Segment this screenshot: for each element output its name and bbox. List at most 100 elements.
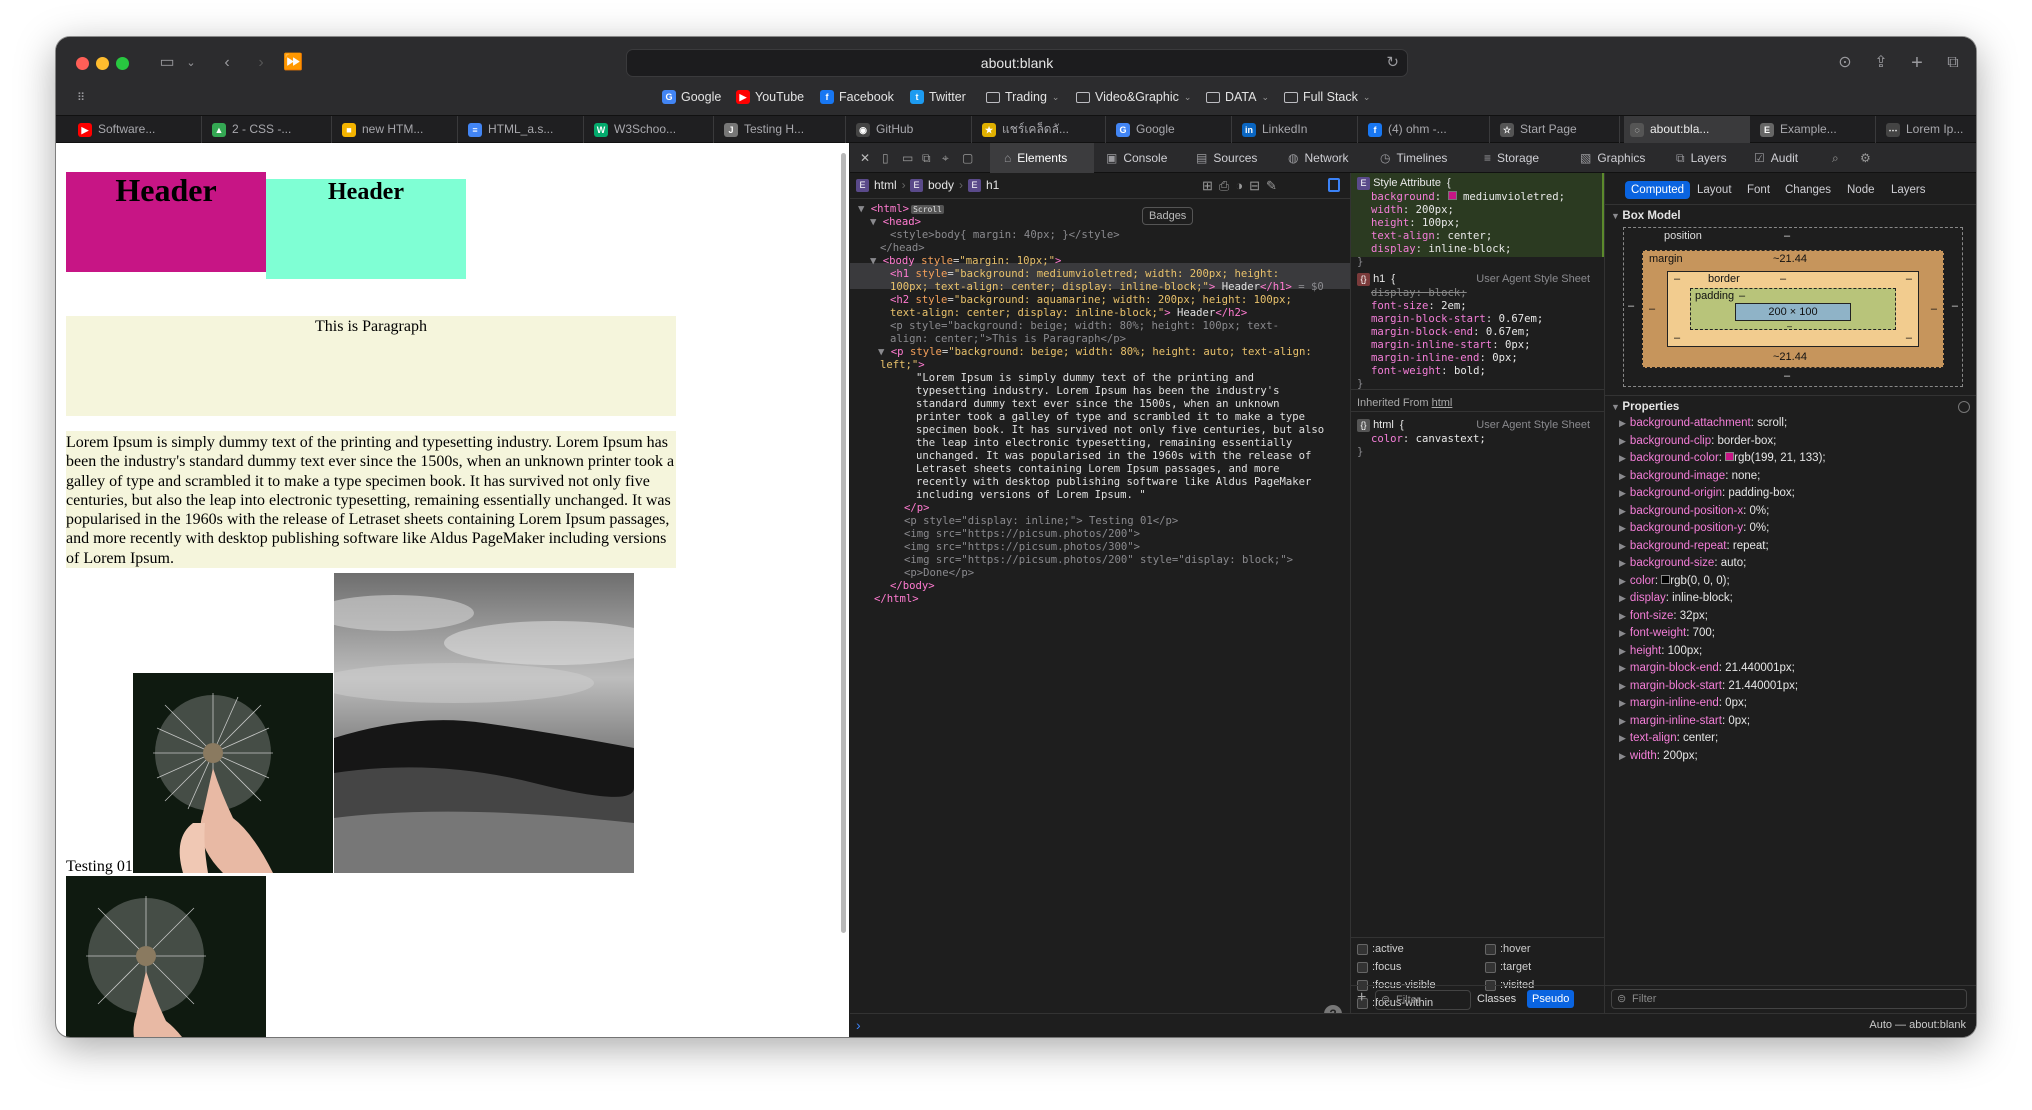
pseudo-active-checkbox[interactable]: :active [1357, 943, 1404, 956]
box-model-content[interactable]: 200 × 100 [1735, 303, 1851, 321]
tab-css[interactable]: ▲ 2 - CSS -... [206, 116, 332, 143]
dom-tree[interactable]: ▼ <html> Scroll ▼ <head> <style>body{ mar… [850, 199, 1350, 989]
download-icon[interactable]: ⊙ [1830, 50, 1860, 76]
css-prop-value[interactable]: inline-block; [1428, 243, 1511, 255]
new-tab-icon[interactable]: + [1902, 50, 1932, 76]
tab-elements[interactable]: ⌂ Elements [990, 143, 1094, 173]
css-prop-value[interactable]: 100px; [1422, 217, 1460, 229]
computed-prop[interactable]: ▶ background-position-y: 0%; [1619, 522, 1769, 534]
computed-prop[interactable]: ▶ background-size: auto; [1619, 557, 1746, 569]
crumb-html[interactable]: Ehtml › [856, 178, 906, 192]
tab-w3schools[interactable]: W W3Schoo... [588, 116, 714, 143]
dock-left-icon[interactable]: ▯ [882, 143, 889, 173]
tab-linkedin[interactable]: in LinkedIn [1236, 116, 1358, 143]
dock-bottom-icon[interactable]: ▭ [902, 143, 913, 173]
subtab-changes[interactable]: Changes [1779, 181, 1837, 199]
computed-filter-input[interactable]: ⊜ Filter [1611, 989, 1967, 1009]
search-icon[interactable]: ⌕ [1832, 143, 1839, 173]
grid-icon[interactable]: ⠿ [66, 85, 96, 111]
subtab-layers[interactable]: Layers [1885, 181, 1932, 199]
close-window-button[interactable] [76, 57, 89, 70]
share-icon[interactable]: ⇪ [1866, 50, 1896, 76]
computed-prop[interactable]: ▶ background-position-x: 0%; [1619, 505, 1769, 517]
subtab-node[interactable]: Node [1841, 181, 1881, 199]
device-icon[interactable]: ▢ [962, 143, 973, 173]
tab-lorem[interactable]: ⋯ Lorem Ip... [1880, 116, 1976, 143]
zoom-window-button[interactable] [116, 57, 129, 70]
styles-filter-input[interactable]: ⊜ Filter [1375, 990, 1471, 1010]
tab-github[interactable]: ◉ GitHub [850, 116, 972, 143]
tab-google[interactable]: G Google [1110, 116, 1232, 143]
tab-html-a[interactable]: ≡ HTML_a.s... [462, 116, 584, 143]
favorite-folder-trading[interactable]: Trading ⌄ [986, 90, 1059, 104]
chevron-down-icon[interactable]: ⌄ [176, 50, 206, 76]
computed-prop[interactable]: ▶ background-image: none; [1619, 470, 1760, 482]
box-model-margin[interactable]: margin ~21.44 ~21.44 – – – border – – – … [1642, 250, 1944, 368]
properties-header[interactable]: ▼ Properties [1611, 401, 1679, 413]
tab-console[interactable]: ▣ Console [1106, 143, 1167, 173]
box-model-header[interactable]: ▼ Box Model [1611, 210, 1681, 222]
forward-icon[interactable]: › [246, 50, 276, 76]
reload-icon[interactable]: ↻ [1386, 50, 1399, 76]
box-model-padding[interactable]: padding – 200 × 100 – [1690, 288, 1896, 331]
pseudo-focus-checkbox[interactable]: :focus [1357, 961, 1401, 974]
favorite-facebook[interactable]: f Facebook [820, 90, 894, 104]
address-bar[interactable]: about:blank ↻ [626, 49, 1408, 77]
css-prop-value[interactable]: 200px; [1416, 204, 1454, 216]
computed-prop[interactable]: ▶ font-weight: 700; [1619, 627, 1715, 639]
color-swatch[interactable] [1447, 191, 1457, 200]
page-scrollbar[interactable] [841, 153, 846, 933]
tab-layers[interactable]: ⧉ Layers [1676, 143, 1727, 173]
crumb-body[interactable]: Ebody › [910, 178, 963, 192]
close-inspector-icon[interactable]: ✕ [860, 143, 870, 173]
subtab-font[interactable]: Font [1741, 181, 1776, 199]
crumb-h1[interactable]: Eh1 [968, 178, 999, 192]
box-model-border[interactable]: – border – – – – padding – 200 × 100 – [1667, 271, 1919, 347]
show-all-icon[interactable] [1958, 401, 1970, 413]
favorite-folder-data[interactable]: DATA ⌄ [1206, 90, 1269, 104]
tab-about-blank[interactable]: ◌ about:bla... [1624, 116, 1750, 143]
computed-prop[interactable]: ▶ height: 100px; [1619, 645, 1702, 657]
toggle-details-icon[interactable] [1328, 178, 1340, 192]
pseudo-target-checkbox[interactable]: :target [1485, 961, 1531, 974]
computed-prop[interactable]: ▶ display: inline-block; [1619, 592, 1733, 604]
console-prompt[interactable]: › Auto — about:blank [850, 1013, 1976, 1037]
tab-thai-tips[interactable]: ★ แชร์เคล็ดลั... [976, 116, 1106, 143]
inherited-link[interactable]: html [1432, 397, 1453, 409]
detach-icon[interactable]: ⧉ [922, 143, 931, 173]
computed-prop[interactable]: ▶ background-origin: padding-box; [1619, 487, 1795, 499]
tab-facebook[interactable]: f (4) ohm -... [1362, 116, 1490, 143]
computed-prop[interactable]: ▶ background-repeat: repeat; [1619, 540, 1769, 552]
computed-prop[interactable]: ▶ background-attachment: scroll; [1619, 417, 1787, 429]
computed-prop[interactable]: ▶ font-size: 32px; [1619, 610, 1708, 622]
computed-prop[interactable]: ▶ margin-block-start: 21.440001px; [1619, 680, 1798, 692]
back-icon[interactable]: ‹ [212, 50, 242, 76]
favorite-twitter[interactable]: t Twitter [910, 90, 966, 104]
tab-sources[interactable]: ▤ Sources [1196, 143, 1257, 173]
computed-prop[interactable]: ▶ background-clip: border-box; [1619, 435, 1776, 447]
computed-prop[interactable]: ▶ width: 200px; [1619, 750, 1698, 762]
element-picker-icon[interactable]: ⌖ [942, 143, 949, 173]
tab-audit[interactable]: ☑ Audit [1754, 143, 1798, 173]
css-prop-value[interactable]: center; [1448, 230, 1493, 242]
gear-icon[interactable]: ⚙ [1860, 143, 1871, 173]
pseudo-hover-checkbox[interactable]: :hover [1485, 943, 1531, 956]
computed-prop[interactable]: ▶ margin-inline-start: 0px; [1619, 715, 1750, 727]
node-tools-icons[interactable]: ⊞⎙◑⊟✎ [1202, 178, 1283, 194]
subtab-computed[interactable]: Computed [1625, 181, 1691, 199]
pseudo-button[interactable]: Pseudo [1527, 990, 1575, 1008]
tab-testing[interactable]: J Testing H... [718, 116, 846, 143]
computed-prop[interactable]: ▶ background-color: rgb(199, 21, 133); [1619, 452, 1826, 464]
tab-software[interactable]: ▶ Software... [76, 116, 202, 143]
css-prop-value[interactable]: mediumvioletred; [1463, 191, 1565, 203]
skip-forward-icon[interactable]: ⏩ [278, 50, 308, 76]
minimize-window-button[interactable] [96, 57, 109, 70]
computed-prop[interactable]: ▶ text-align: center; [1619, 732, 1718, 744]
subtab-layout[interactable]: Layout [1691, 181, 1738, 199]
tab-overview-icon[interactable]: ⧉ [1938, 50, 1968, 76]
tab-new-html[interactable]: ■ new HTM... [336, 116, 458, 143]
computed-prop[interactable]: ▶ color: rgb(0, 0, 0); [1619, 574, 1730, 587]
favorite-folder-full-stack[interactable]: Full Stack ⌄ [1284, 90, 1370, 104]
execution-context-select[interactable]: Auto — about:blank [1869, 1019, 1966, 1031]
tab-timelines[interactable]: ◷ Timelines [1380, 143, 1447, 173]
